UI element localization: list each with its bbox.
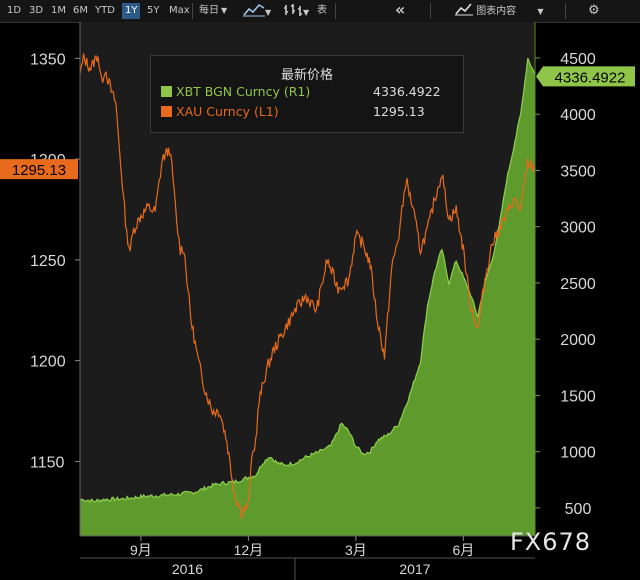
x-tick-label: 6月 (452, 542, 474, 558)
legend-name-xau: XAU Curncy (L1) (176, 104, 279, 119)
right-tick-label: 3500 (560, 163, 596, 180)
xau-last-value-text: 1295.13 (12, 162, 66, 179)
legend-value-xbt: 4336.4922 (373, 84, 441, 99)
legend-swatch-xau (161, 106, 172, 117)
legend-name-xbt: XBT BGN Curncy (R1) (176, 84, 311, 99)
legend-value-xau: 1295.13 (373, 104, 425, 119)
xbt-last-value-text: 4336.4922 (555, 69, 626, 86)
right-tick-label: 1500 (560, 388, 596, 405)
right-tick-label: 2000 (560, 332, 596, 349)
fx678-watermark: FX678 (510, 528, 592, 556)
legend-title: 最新价格 (280, 68, 333, 83)
x-tick-label: 9月 (130, 542, 152, 558)
legend-swatch-xbt (161, 86, 172, 97)
year-label: 2016 (172, 561, 203, 577)
left-tick-label: 1200 (30, 354, 66, 371)
left-tick-label: 1250 (30, 253, 66, 270)
right-tick-label: 500 (565, 501, 592, 518)
right-tick-label: 3000 (560, 220, 596, 237)
left-tick-label: 1150 (30, 454, 65, 471)
right-tick-label: 4000 (560, 107, 596, 124)
right-tick-label: 1000 (560, 445, 596, 462)
left-tick-label: 1350 (30, 51, 66, 68)
legend-row-xau[interactable]: XAU Curncy (L1) 1295.13 (161, 103, 425, 121)
year-label: 2017 (399, 561, 430, 577)
right-tick-label: 2500 (560, 276, 596, 293)
legend-row-xbt[interactable]: XBT BGN Curncy (R1) 4336.4922 (161, 83, 441, 101)
right-tick-label: 4500 (560, 51, 596, 68)
chart-legend: 最新价格 XBT BGN Curncy (R1) 4336.4922 XAU C… (150, 55, 464, 133)
x-tick-label: 12月 (234, 542, 264, 558)
x-tick-label: 3月 (345, 542, 367, 558)
